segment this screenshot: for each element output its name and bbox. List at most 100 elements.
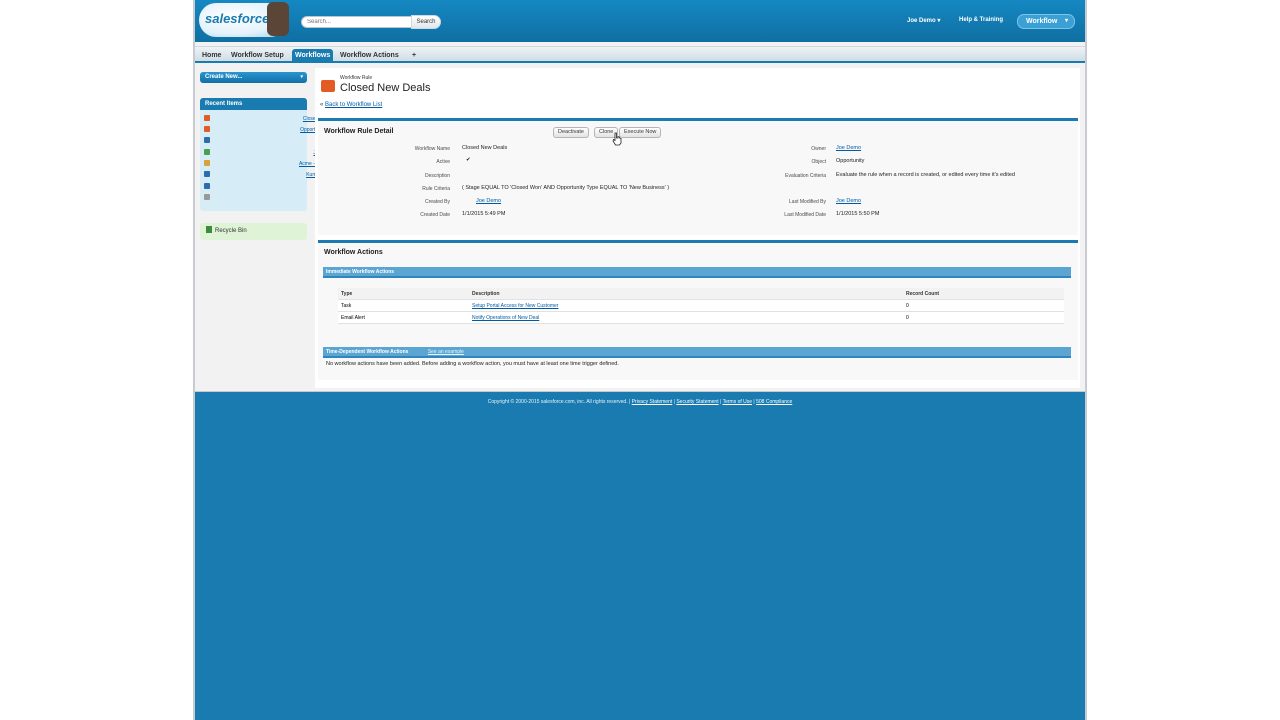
table-row: Email Alert Notify Operations of New Dea… [338,312,1064,324]
compliance-link[interactable]: 508 Compliance [756,399,792,405]
column-header: Type [341,291,353,297]
user-menu[interactable]: Joe Demo ▾ [907,17,940,24]
recent-item[interactable]: Acme - 600 Widgets [204,159,344,170]
hand-cursor-icon [612,132,622,146]
opportunity-icon [204,160,210,166]
recent-item[interactable]: Joe Demo [204,136,344,147]
tab-workflows[interactable]: Workflows [292,49,334,63]
case-icon [204,194,210,200]
content-area: Workflow Rule Closed New Deals « Back to… [315,68,1080,388]
field-label: Created By [424,199,450,205]
recent-item[interactable]: Closed New Deals [204,114,344,125]
recent-item[interactable]: John Gardner [204,148,344,159]
logo-text: salesforce [205,11,270,26]
workflow-icon [204,126,210,132]
recent-item[interactable]: Mike Chang [204,182,344,193]
recycle-bin-label: Recycle Bin [215,228,247,234]
field-label: Last Modified Date [784,212,826,218]
actions-table: Type Description Record Count Task Setup… [338,288,1064,324]
field-label: Description [424,173,450,179]
field-label: Created Date [420,212,450,218]
search-input[interactable] [301,16,413,28]
workflow-actions-title: Workflow Actions [324,249,383,256]
workflow-actions-section: Workflow Actions Immediate Workflow Acti… [318,240,1078,380]
user-name: Joe Demo [907,18,936,24]
page-type: Workflow Rule [340,75,373,81]
field-label: Object [811,159,826,165]
terms-link[interactable]: Terms of Use [723,399,752,405]
create-new-label: Create New... [205,74,243,80]
action-type: Email Alert [341,315,365,321]
field-label: Evaluation Criteria [785,173,826,179]
trash-icon [206,226,212,233]
chevron-down-icon: ▾ [1064,18,1068,24]
main-panel: Home Workflow Setup Workflows Workflow A… [195,42,1085,392]
tab-workflow-actions[interactable]: Workflow Actions [337,49,402,63]
recent-item[interactable]: 00001000 [204,193,344,204]
tab-workflow-setup[interactable]: Workflow Setup [228,49,287,63]
see-example-link[interactable]: See an example [428,349,464,355]
recycle-bin-link[interactable]: Recycle Bin [200,223,307,240]
footer: Copyright © 2000-2015 salesforce.com, in… [487,399,793,405]
time-dependent-actions-header: Time-Dependent Workflow Actions See an e… [323,347,1071,358]
security-link[interactable]: Security Statement [676,399,718,405]
workflow-rule-detail: Workflow Rule Detail Deactivate Clone Ex… [318,118,1078,235]
recent-item[interactable]: Kumar Devendra [204,170,344,181]
create-new-menu[interactable]: Create New... ▾ [200,72,307,83]
deactivate-button[interactable]: Deactivate [553,127,589,138]
table-header-row: Type Description Record Count [338,288,1064,300]
search-button[interactable]: Search [411,15,441,29]
chevron-down-icon: ▾ [300,74,303,80]
field-label: Workflow Name [414,146,450,152]
tab-bar: Home Workflow Setup Workflows Workflow A… [195,46,1085,63]
execute-now-button[interactable]: Execute Now [619,127,662,138]
mascot-image [267,2,289,36]
app-menu-button[interactable]: Workflow ▾ [1017,14,1075,29]
user-icon [204,183,210,189]
action-description-link[interactable]: Setup Portal Access for New Customer [472,300,558,312]
column-header: Description [472,291,500,297]
workflow-name-value: Closed New Deals [462,145,508,151]
header-bar: salesforce Search Joe Demo ▾ Help & Trai… [195,0,1085,42]
object-value: Opportunity [836,158,865,164]
workflow-rule-icon [321,80,335,92]
action-description-link[interactable]: Notify Operations of New Deal [472,312,539,324]
recent-item[interactable]: Opportunity to Lead [204,125,344,136]
active-checkmark-icon: ✔ [466,157,471,163]
help-training-link[interactable]: Help & Training [959,17,1003,23]
app-menu-label: Workflow [1026,18,1058,25]
field-label: Last Modified By [789,199,826,205]
field-label: Owner [811,146,826,152]
owner-link[interactable]: Joe Demo [836,145,861,151]
last-modified-by-link[interactable]: Joe Demo [836,198,861,204]
workflow-icon [204,115,210,121]
copyright-text: Copyright © 2000-2015 salesforce.com, in… [487,399,628,405]
field-label: Active [436,159,450,165]
column-header: Record Count [906,291,940,297]
privacy-link[interactable]: Privacy Statement [632,399,673,405]
recent-items-title: Recent Items [200,98,307,110]
field-label: Rule Criteria [422,186,450,192]
action-type: Task [341,303,352,309]
chevron-down-icon: ▾ [937,18,941,24]
tab-home[interactable]: Home [199,49,224,63]
created-date-value: 1/1/2015 5:49 PM [462,211,506,217]
time-dependent-title: Time-Dependent Workflow Actions [326,349,409,355]
record-count: 0 [906,303,909,309]
back-to-list-link[interactable]: « Back to Workflow List [320,102,382,108]
detail-title: Workflow Rule Detail [324,128,394,135]
created-by-link[interactable]: Joe Demo [476,198,501,204]
evaluation-criteria-value: Evaluate the rule when a record is creat… [836,172,1015,178]
tab-add[interactable]: + [409,49,419,63]
page-title: Closed New Deals [340,82,431,94]
table-row: Task Setup Portal Access for New Custome… [338,300,1064,312]
rule-criteria-value: ( Stage EQUAL TO 'Closed Won' AND Opport… [462,185,670,191]
record-count: 0 [906,315,909,321]
last-modified-date-value: 1/1/2015 5:50 PM [836,211,880,217]
user-icon [204,137,210,143]
time-dependent-note: No workflow actions have been added. Bef… [326,361,619,367]
user-icon [204,171,210,177]
contact-icon [204,149,210,155]
recent-items-panel: Recent Items Closed New Deals Opportunit… [200,98,344,211]
browser-frame: salesforce Search Joe Demo ▾ Help & Trai… [193,0,1087,720]
